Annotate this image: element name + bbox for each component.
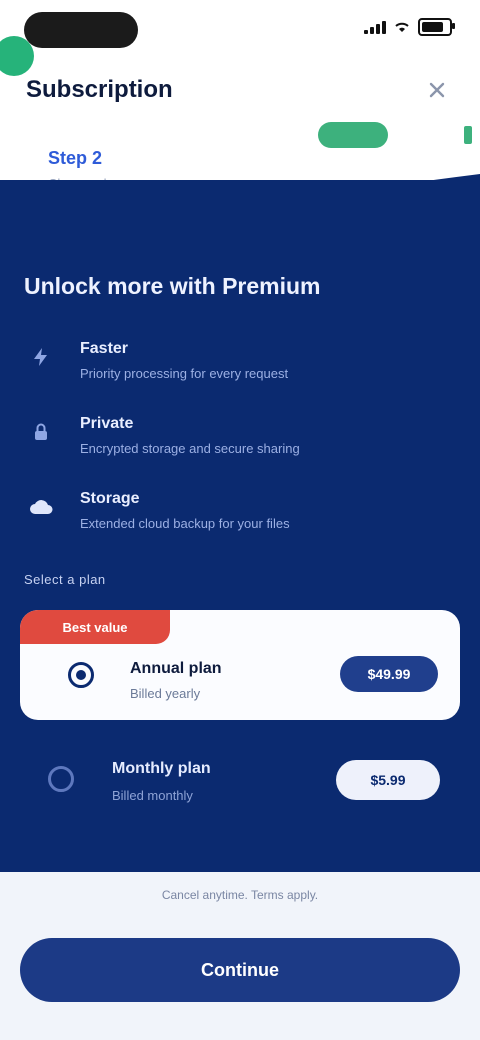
plan-subtitle: Billed monthly <box>112 788 193 803</box>
plan-name: Annual plan <box>130 660 222 677</box>
radio-selected[interactable] <box>68 662 94 688</box>
feature-subtitle: Encrypted storage and secure sharing <box>80 441 300 456</box>
list-item: Storage Extended cloud backup for your f… <box>24 490 444 531</box>
feature-list: Faster Priority processing for every req… <box>24 340 444 565</box>
plan-price: $49.99 <box>340 656 438 692</box>
lock-icon <box>24 415 58 449</box>
step-label: Step 2 <box>48 148 103 168</box>
close-button[interactable] <box>420 73 454 107</box>
feature-subtitle: Priority processing for every request <box>80 366 289 381</box>
page-title: Subscription <box>26 76 173 103</box>
feature-title: Private <box>80 415 134 432</box>
signal-icon <box>364 20 386 34</box>
plan-subtitle: Billed yearly <box>130 686 201 701</box>
feature-title: Faster <box>80 340 129 357</box>
continue-button[interactable]: Continue <box>20 938 460 1002</box>
header: Subscription <box>26 70 454 110</box>
wifi-icon <box>395 22 409 32</box>
feature-title: Storage <box>80 490 140 507</box>
progress-segment-end <box>464 126 472 144</box>
radio-unselected[interactable] <box>48 766 74 792</box>
list-item: Faster Priority processing for every req… <box>24 340 444 381</box>
status-icons <box>364 18 455 36</box>
card-title: Unlock more with Premium <box>24 273 321 299</box>
plan-option-monthly[interactable]: Monthly plan Billed monthly $5.99 <box>20 740 460 830</box>
cloud-icon <box>24 490 58 524</box>
list-item: Private Encrypted storage and secure sha… <box>24 415 444 456</box>
battery-icon <box>418 18 455 36</box>
bolt-icon <box>24 340 58 374</box>
fine-print: Cancel anytime. Terms apply. <box>161 888 319 902</box>
plan-name: Monthly plan <box>112 760 211 777</box>
close-icon <box>429 82 445 98</box>
section-label: Select a plan <box>24 572 106 587</box>
plan-price: $5.99 <box>336 760 440 800</box>
status-bar-time-pill <box>24 12 138 48</box>
feature-subtitle: Extended cloud backup for your files <box>80 516 290 531</box>
plan-option-annual[interactable]: Best value Annual plan Billed yearly $49… <box>20 610 460 720</box>
offer-badge: Best value <box>20 610 170 644</box>
progress-segment-active <box>318 122 388 148</box>
